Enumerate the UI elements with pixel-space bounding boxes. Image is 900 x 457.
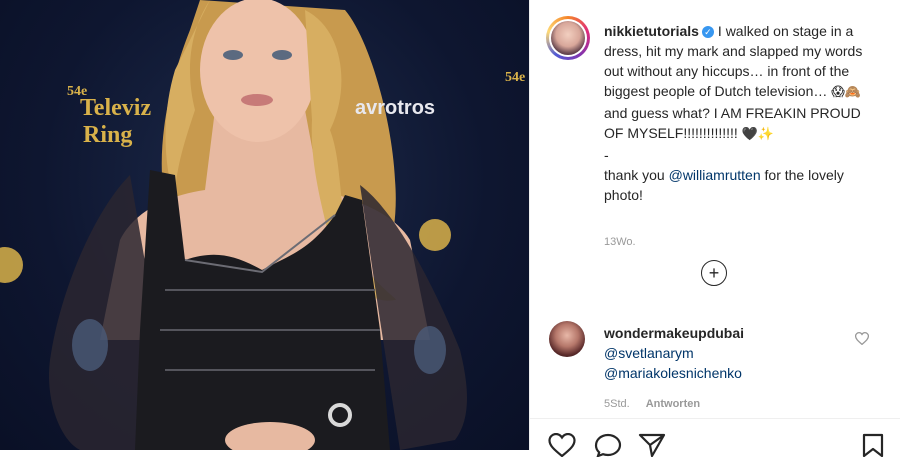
post-photo[interactable]: 54e Televiz Ring avrotros 54e	[0, 0, 529, 450]
backdrop-brand-televiz: Televiz	[80, 95, 152, 121]
comment-item: wondermakeupdubai @svetlanarym @mariakol…	[604, 323, 854, 383]
load-more-comments-button[interactable]: +	[701, 260, 727, 286]
backdrop-logo-right	[419, 219, 451, 251]
caption-text-2: and guess what? I AM FREAKIN PROUD OF MY…	[604, 105, 861, 141]
save-button[interactable]	[862, 433, 884, 457]
comment-like-button[interactable]	[854, 332, 870, 350]
backdrop-brand-ring: Ring	[83, 122, 133, 148]
plus-circle-icon: +	[708, 262, 720, 283]
post-username[interactable]: nikkietutorials	[604, 23, 699, 39]
photo-illustration	[0, 0, 467, 450]
thanks-prefix: thank you	[604, 167, 669, 183]
comment-mention-1[interactable]: @svetlanarym	[604, 343, 854, 363]
backdrop-brand-avrotros: avrotros	[355, 97, 436, 119]
backdrop-logo-left	[0, 247, 23, 283]
post-author-avatar[interactable]	[546, 16, 590, 60]
post-detail-panel: nikkietutorials ✓ I walked on stage in a d…	[529, 0, 900, 457]
avatar-icon	[551, 21, 585, 55]
like-button[interactable]	[548, 433, 576, 457]
comment-timestamp: 5Std.	[604, 398, 630, 410]
post-timestamp[interactable]: 13Wo.	[604, 236, 636, 248]
share-button[interactable]	[638, 433, 666, 457]
comment-button[interactable]	[594, 433, 622, 457]
verified-badge-icon: ✓	[701, 26, 714, 38]
caption-thanks: thank you @williamrutten for the lovely …	[604, 165, 874, 205]
reply-button[interactable]: Antworten	[646, 398, 700, 410]
caption-emoji-2: 🖤✨	[741, 127, 775, 142]
mention-link-williamrutten[interactable]: @williamrutten	[669, 167, 761, 183]
comment-meta: 5Std. Antworten	[604, 398, 700, 410]
face	[200, 0, 316, 142]
post-action-bar	[530, 418, 900, 457]
post-caption: nikkietutorials ✓ I walked on stage in a d…	[604, 21, 874, 205]
backdrop-edition-right: 54e	[505, 70, 526, 85]
comment-author-avatar[interactable]	[549, 321, 585, 357]
comment-username[interactable]: wondermakeupdubai	[604, 323, 854, 343]
heart-outline-icon	[854, 332, 870, 346]
caption-emoji-1: 😱🙈	[831, 85, 861, 100]
comment-mention-2[interactable]: @mariakolesnichenko	[604, 363, 854, 383]
caption-dash: -	[604, 147, 609, 163]
